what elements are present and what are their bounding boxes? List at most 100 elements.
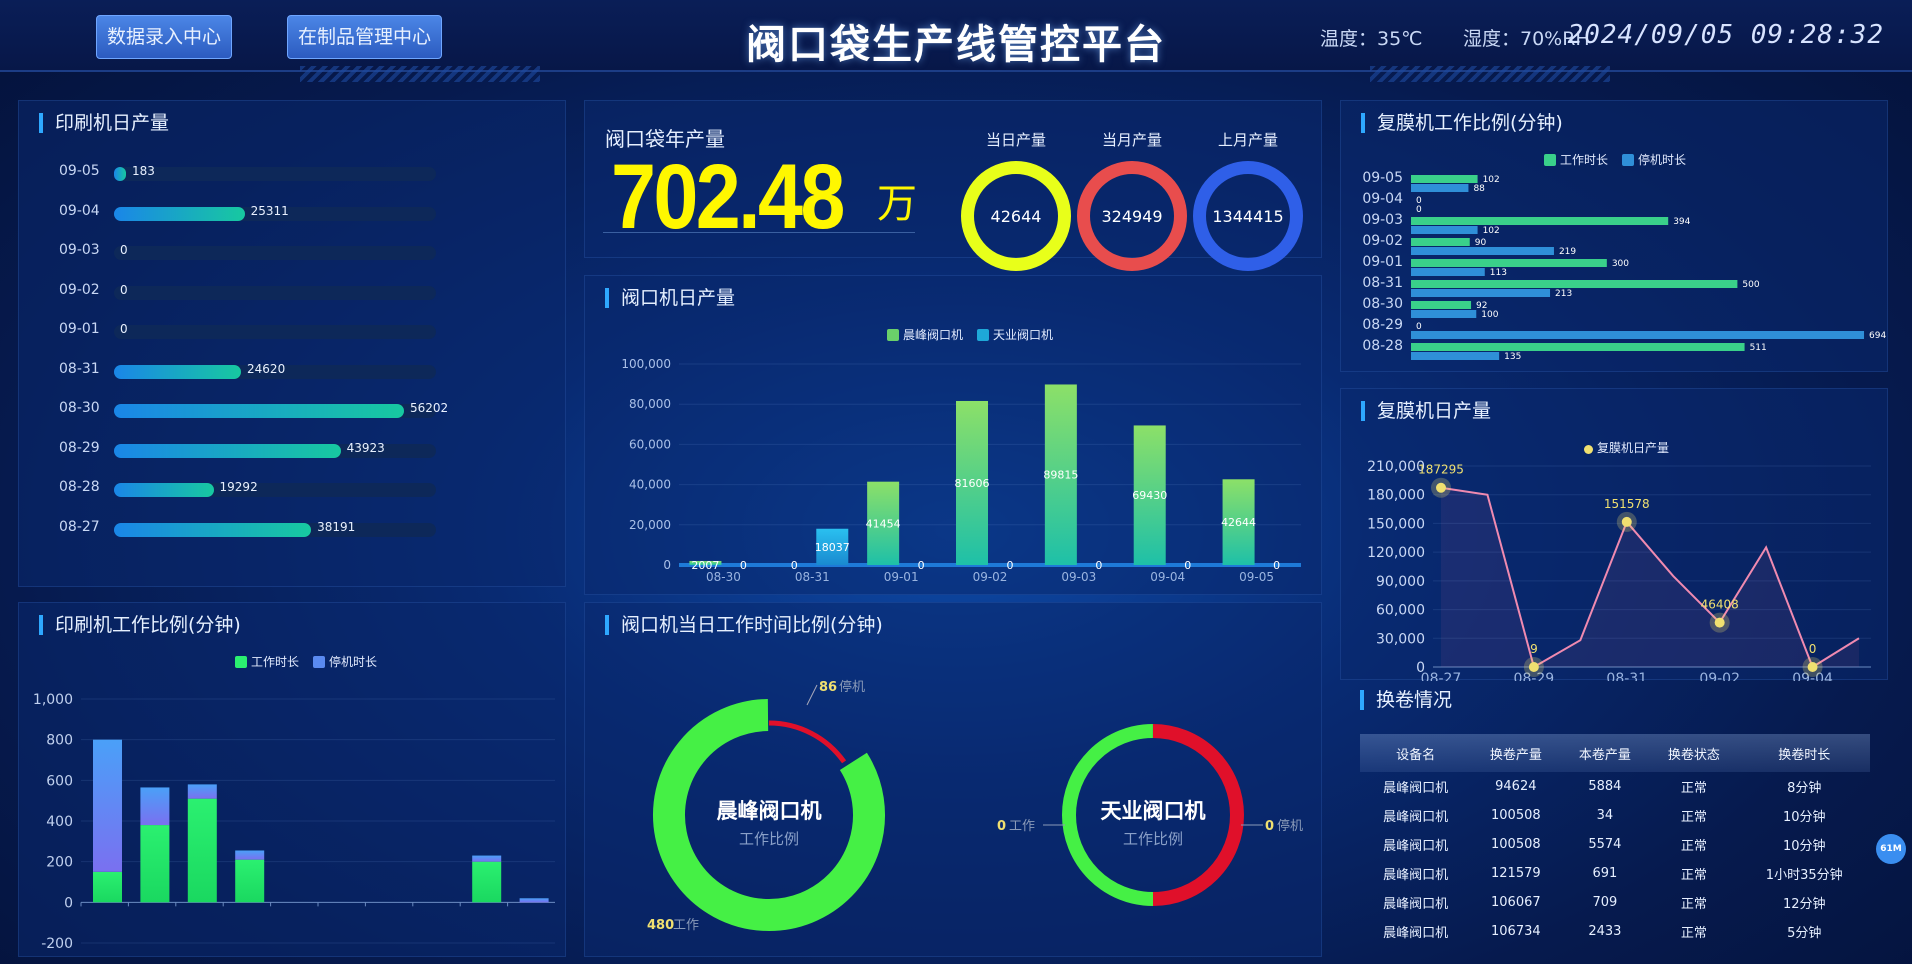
bar-track: [114, 246, 436, 260]
list-item: 08-27 38191: [39, 519, 459, 539]
data-label: 694: [1869, 331, 1886, 341]
y-tick-label: 30,000: [1376, 631, 1425, 647]
value-label: 56202: [410, 401, 449, 415]
date-label: 08-28: [59, 479, 100, 495]
value-label: 19292: [219, 480, 258, 494]
valve-daily-panel: 阀口机日产量 晨峰阀口机 天业阀口机 0 20,000 40,000 60,000 80…: [584, 275, 1322, 595]
data-label: 0: [1095, 559, 1102, 572]
data-label: 511: [1750, 343, 1767, 353]
valve-ratio-donuts: 86 停机480工作晨峰阀口机工作比例0 工作 0 停机天业阀口机工作比例: [647, 679, 1303, 933]
floating-badge[interactable]: 61M: [1876, 834, 1906, 864]
bar: [114, 364, 242, 379]
data-label: 500: [1742, 280, 1759, 290]
date-label: 08-27: [59, 518, 100, 535]
y-tick-label: 1,000: [33, 692, 73, 708]
data-label: 工作: [1009, 819, 1035, 834]
data-label: 停机: [839, 679, 865, 695]
table-cell: 34: [1596, 808, 1614, 823]
y-tick-label: 90,000: [1376, 574, 1425, 590]
value-label: 25311: [250, 203, 289, 218]
column-header[interactable]: 本卷产量: [1560, 734, 1650, 772]
table-cell: 106734: [1491, 924, 1541, 939]
data-label: 113: [1490, 268, 1507, 278]
output-ring: 1344415: [1193, 161, 1303, 271]
table-row: 晨峰阀口机 94624 5884 正常 8分钟: [1360, 772, 1870, 801]
list-item: 09-02 0: [39, 282, 459, 302]
data-label: 81606: [955, 477, 990, 490]
value-label: 24620: [247, 361, 286, 376]
donut-title: 晨峰阀口机: [717, 799, 822, 823]
datetime-clock: 2024/09/05 09:28:32: [1567, 20, 1884, 50]
bar: [1411, 280, 1738, 288]
annual-output-value: 702.48: [611, 146, 845, 248]
bar: [187, 798, 217, 903]
y-tick-label: 800: [46, 733, 73, 749]
table-cell: 100508: [1491, 837, 1541, 852]
bar: [1411, 247, 1554, 255]
data-label: 151578: [1604, 497, 1650, 511]
date-label: 08-30: [59, 400, 100, 416]
area-fill: [1441, 487, 1859, 667]
table-cell: 晨峰阀口机: [1383, 897, 1449, 912]
table-cell: 8分钟: [1787, 781, 1822, 796]
x-tick-label: 08-30: [706, 570, 741, 584]
x-tick-label: 08-31: [1606, 671, 1647, 681]
column-header[interactable]: 换卷状态: [1649, 734, 1739, 772]
divider: [603, 232, 915, 233]
data-label: 86: [819, 680, 837, 695]
y-tick-label: 40,000: [629, 478, 671, 492]
table-cell: 正常: [1680, 781, 1707, 796]
y-tick-label: 0: [663, 558, 671, 572]
y-tick-label: 08-31: [1362, 275, 1403, 291]
x-tick-label: 08-27: [1421, 671, 1462, 681]
donut-subtitle: 工作比例: [739, 830, 799, 848]
data-point: [1807, 662, 1818, 672]
ring-label: 当月产量: [1101, 131, 1162, 149]
table-cell: 12分钟: [1782, 897, 1826, 912]
donut-title: 天业阀口机: [1101, 799, 1206, 823]
table-cell: 2433: [1588, 924, 1622, 939]
printer-daily-panel: 印刷机日产量 09-05 183 09-04 25311 09-03 0 09-02 …: [18, 100, 566, 587]
date-label: 09-02: [59, 281, 100, 298]
bar-track: [114, 285, 436, 300]
temperature-readout: 温度：35℃: [1320, 28, 1423, 50]
date-label: 09-04: [59, 202, 100, 219]
bar: [1411, 238, 1470, 246]
bar: [1411, 310, 1477, 318]
bar: [1411, 226, 1478, 234]
y-tick-label: 100,000: [621, 357, 671, 371]
bar: [114, 522, 312, 537]
panel-title: 印刷机日产量: [39, 113, 169, 133]
bar: [1411, 331, 1865, 339]
x-tick-label: 09-01: [884, 570, 919, 584]
date-label: 08-29: [59, 439, 100, 456]
column-header[interactable]: 换卷时长: [1738, 734, 1870, 772]
bar: [235, 859, 265, 903]
column-header[interactable]: 换卷产量: [1471, 734, 1561, 772]
column-header[interactable]: 设备名: [1360, 734, 1472, 772]
y-tick-label: 400: [46, 814, 73, 830]
laminator-ratio-chart: 09-05 1028809-04 0009-03 39410209-02 9021909…: [1362, 170, 1886, 362]
data-label: 工作: [673, 918, 699, 933]
data-label: 187295: [1418, 463, 1464, 477]
bar: [1411, 184, 1469, 192]
table-cell: 晨峰阀口机: [1383, 810, 1449, 825]
bar: [472, 861, 502, 903]
bar: [93, 739, 122, 872]
data-label: 90: [1475, 238, 1487, 248]
bar: [519, 898, 549, 903]
data-label: 102: [1483, 226, 1500, 236]
swap-title: 换卷情况: [1360, 690, 1452, 710]
y-tick-label: 09-03: [1362, 212, 1403, 228]
table-cell: 晨峰阀口机: [1383, 868, 1449, 883]
bar-track: [114, 325, 436, 339]
table-row: 晨峰阀口机 100508 34 正常 10分钟: [1360, 801, 1870, 830]
y-tick-label: 600: [46, 773, 73, 789]
table-row: 晨峰阀口机 100508 5574 正常 10分钟: [1360, 830, 1870, 859]
table-cell: 709: [1592, 895, 1618, 910]
bar: [235, 850, 265, 860]
data-label: 18037: [815, 541, 850, 554]
data-label: 停机: [1277, 818, 1303, 834]
table-cell: 10分钟: [1782, 810, 1826, 825]
bar: [1411, 217, 1669, 225]
